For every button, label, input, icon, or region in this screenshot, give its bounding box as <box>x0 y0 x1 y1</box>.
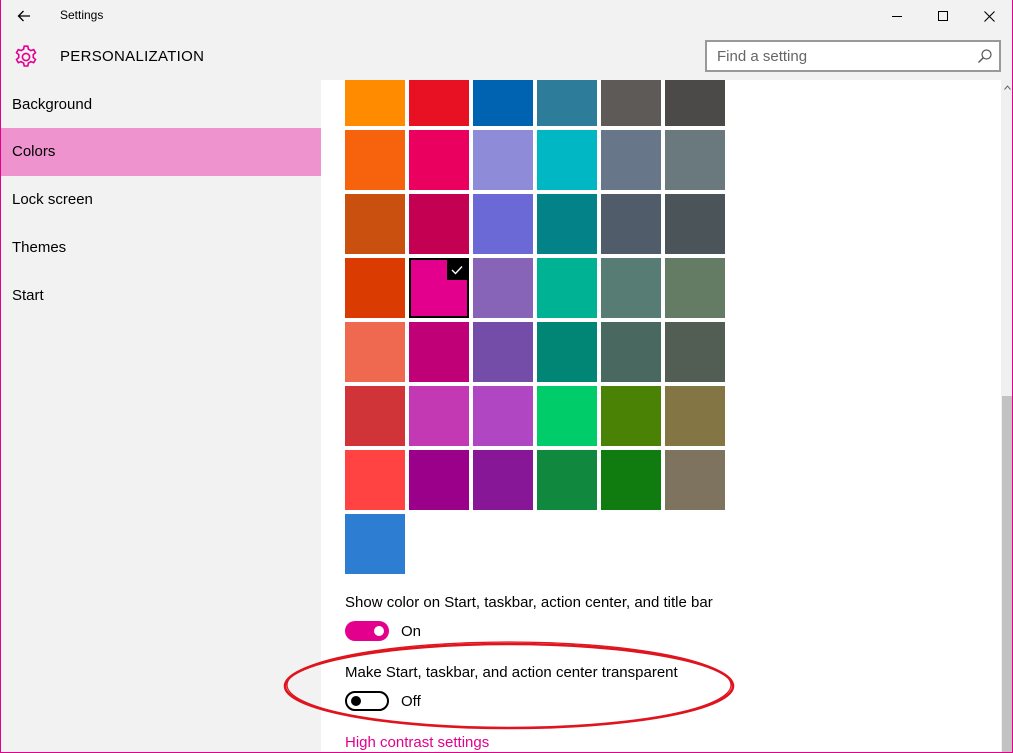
title-bar: Settings <box>1 0 1012 32</box>
color-swatch[interactable] <box>345 322 405 382</box>
show-color-label: Show color on Start, taskbar, action cen… <box>345 594 713 611</box>
color-swatch[interactable] <box>473 258 533 318</box>
color-swatch[interactable] <box>473 194 533 254</box>
scrollbar[interactable] <box>1001 80 1012 752</box>
sidebar: Background Colors Lock screen Themes Sta… <box>1 80 321 752</box>
sidebar-item-themes[interactable]: Themes <box>1 224 321 272</box>
color-swatch[interactable] <box>409 386 469 446</box>
color-swatch[interactable] <box>601 130 661 190</box>
color-swatch[interactable] <box>665 258 725 318</box>
chevron-up-icon <box>1004 84 1011 90</box>
color-swatch[interactable] <box>409 80 469 126</box>
transparent-state: Off <box>401 693 421 710</box>
color-swatch[interactable] <box>601 194 661 254</box>
color-swatch[interactable] <box>345 386 405 446</box>
maximize-icon <box>938 11 948 21</box>
color-swatch[interactable] <box>345 258 405 318</box>
color-swatch[interactable] <box>537 130 597 190</box>
color-swatch[interactable] <box>473 322 533 382</box>
color-swatch[interactable] <box>409 450 469 510</box>
color-swatch[interactable] <box>665 80 725 126</box>
sidebar-item-lock-screen[interactable]: Lock screen <box>1 176 321 224</box>
color-swatch[interactable] <box>665 130 725 190</box>
page-header: PERSONALIZATION <box>1 32 1012 80</box>
maximize-button[interactable] <box>920 0 966 32</box>
sidebar-item-start[interactable]: Start <box>1 272 321 320</box>
show-color-state: On <box>401 623 422 640</box>
color-swatch[interactable] <box>537 386 597 446</box>
search-box[interactable] <box>705 40 1001 72</box>
color-swatch[interactable] <box>537 450 597 510</box>
color-swatch[interactable] <box>345 450 405 510</box>
color-swatch[interactable] <box>537 322 597 382</box>
color-swatch[interactable] <box>473 80 533 126</box>
color-swatch[interactable] <box>601 386 661 446</box>
color-swatch[interactable] <box>345 194 405 254</box>
scroll-up-button[interactable] <box>1001 80 1012 94</box>
transparent-label: Make Start, taskbar, and action center t… <box>345 664 678 681</box>
color-swatch[interactable] <box>665 322 725 382</box>
page-title: PERSONALIZATION <box>60 48 205 65</box>
color-swatch[interactable] <box>665 386 725 446</box>
color-swatch[interactable] <box>601 450 661 510</box>
sidebar-item-background[interactable]: Background <box>1 81 321 129</box>
scroll-thumb[interactable] <box>1002 396 1012 752</box>
color-swatch[interactable] <box>345 80 405 126</box>
transparent-toggle[interactable] <box>345 691 389 711</box>
back-arrow-icon <box>17 10 30 22</box>
color-swatch[interactable] <box>537 80 597 126</box>
high-contrast-link[interactable]: High contrast settings <box>345 734 489 751</box>
color-swatch[interactable] <box>409 258 469 318</box>
color-swatch[interactable] <box>473 386 533 446</box>
color-swatch[interactable] <box>409 194 469 254</box>
color-swatch[interactable] <box>345 130 405 190</box>
window-title: Settings <box>60 8 104 22</box>
search-input[interactable] <box>707 42 969 70</box>
toggle-knob <box>374 626 384 636</box>
sidebar-item-colors[interactable]: Colors <box>1 128 321 176</box>
color-swatch[interactable] <box>409 322 469 382</box>
show-color-toggle[interactable] <box>345 621 389 641</box>
color-swatch[interactable] <box>601 80 661 126</box>
color-swatch[interactable] <box>345 514 405 574</box>
settings-window: Settings PERSONALIZATION Backg <box>0 0 1013 753</box>
color-swatch[interactable] <box>473 450 533 510</box>
color-swatch[interactable] <box>473 130 533 190</box>
search-icon[interactable] <box>977 48 993 64</box>
back-button[interactable] <box>1 0 47 32</box>
toggle-knob <box>351 696 361 706</box>
close-button[interactable] <box>966 0 1012 32</box>
color-swatch[interactable] <box>537 194 597 254</box>
checkmark-icon <box>447 260 467 280</box>
color-swatch[interactable] <box>409 130 469 190</box>
color-swatch[interactable] <box>665 450 725 510</box>
close-icon <box>983 10 995 22</box>
gear-icon <box>15 45 37 67</box>
color-swatch[interactable] <box>537 258 597 318</box>
color-swatch[interactable] <box>601 322 661 382</box>
color-swatch[interactable] <box>665 194 725 254</box>
minimize-button[interactable] <box>874 0 920 32</box>
minimize-icon <box>892 16 902 17</box>
color-swatch[interactable] <box>601 258 661 318</box>
main-content: Show color on Start, taskbar, action cen… <box>321 80 1001 752</box>
